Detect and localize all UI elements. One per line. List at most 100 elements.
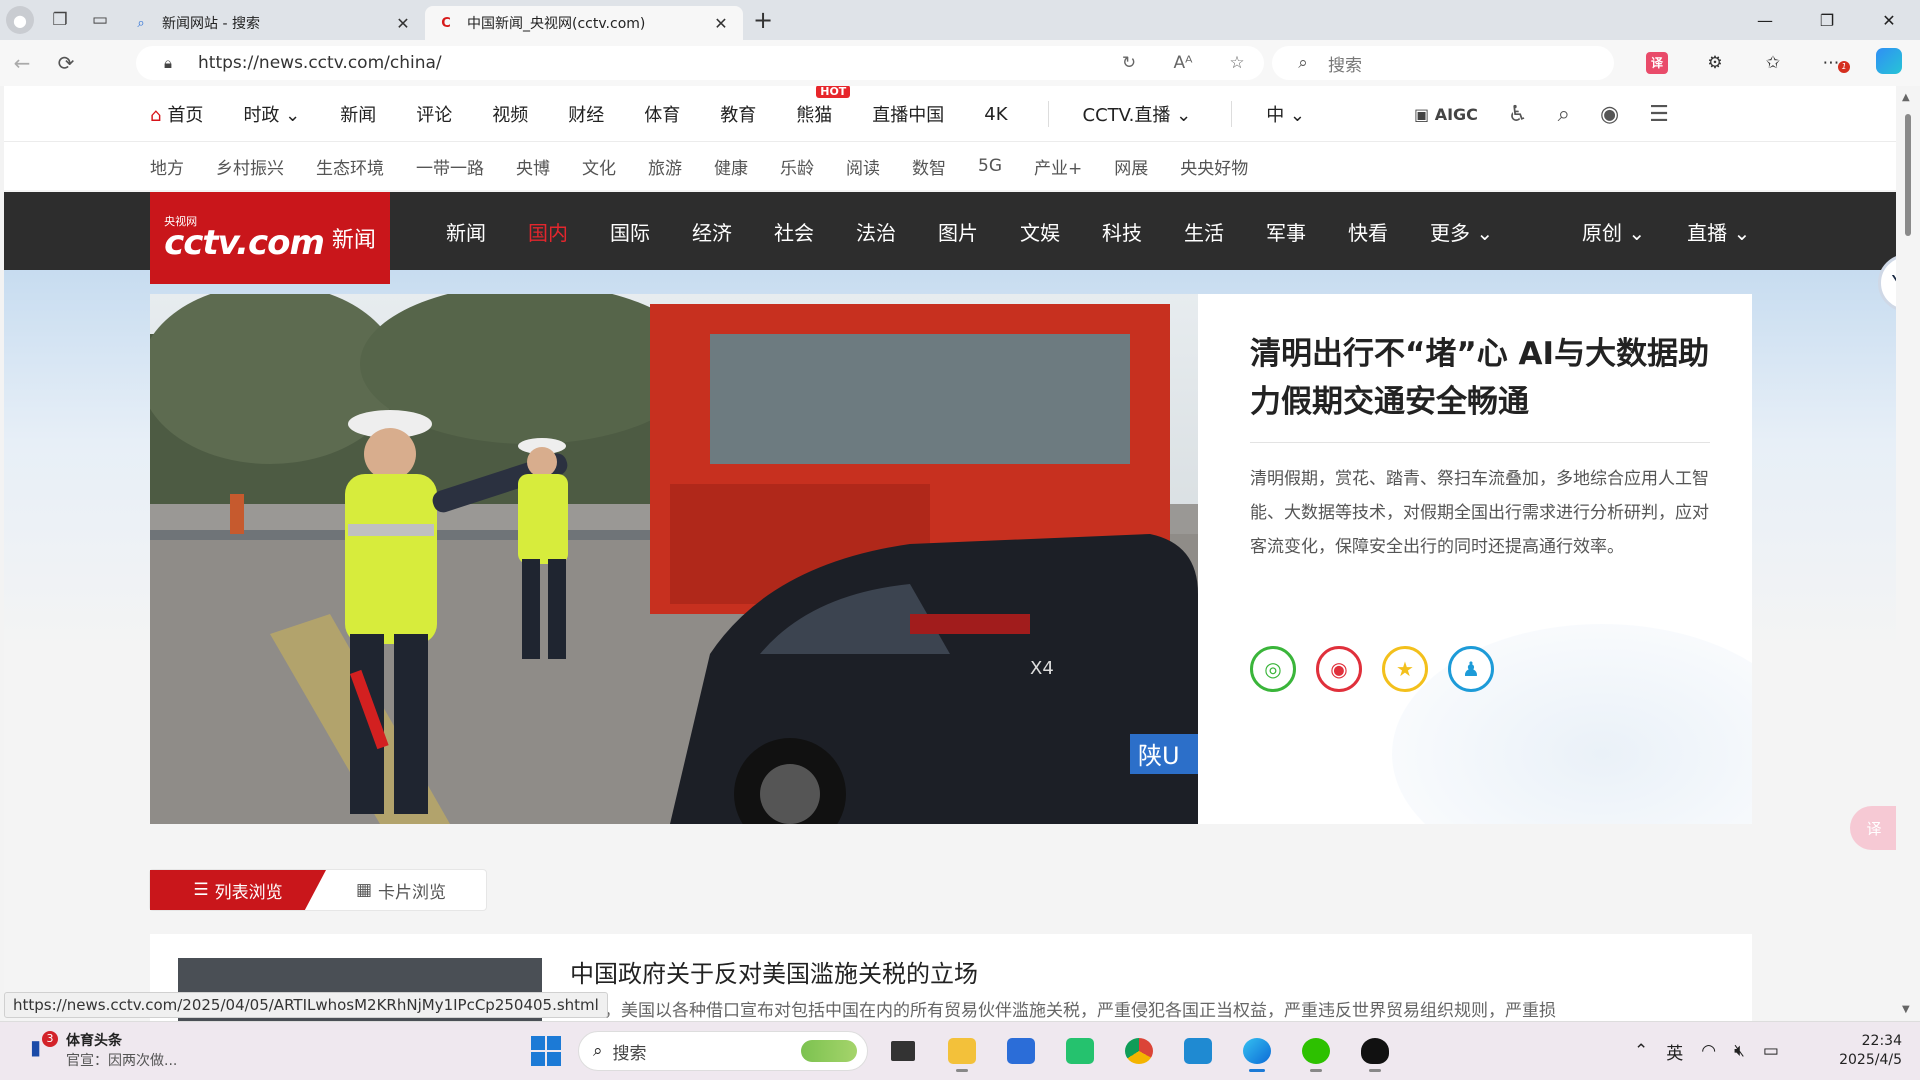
news-widget[interactable]: ▮ 3 体育头条 官宣：因两次做... [30, 1030, 177, 1070]
url-text[interactable]: https://news.cctv.com/china/ [198, 53, 1102, 73]
subnav-item[interactable]: 产业+ [1034, 154, 1082, 179]
tray-overflow-icon[interactable]: ⌃ [1634, 1041, 1648, 1061]
weibo-share-icon[interactable]: ◉ [1316, 646, 1362, 692]
qq-share-icon[interactable]: ♟︎ [1448, 646, 1494, 692]
nav-news[interactable]: 新闻 [340, 101, 376, 127]
aigc-button[interactable]: ▣ AIGC [1414, 105, 1478, 124]
channel-item[interactable]: 经济 [692, 217, 732, 246]
channel-item[interactable]: 图片 [938, 217, 978, 246]
browser-tab-search[interactable]: ⌕ 新闻网站 - 搜索 ✕ [120, 6, 425, 40]
channel-item[interactable]: 国际 [610, 217, 650, 246]
subnav-item[interactable]: 乐龄 [780, 154, 814, 179]
channel-item[interactable]: 快看 [1348, 217, 1388, 246]
favorites-button[interactable]: ✩ [1744, 53, 1802, 73]
nav-home[interactable]: ⌂ 首页 [150, 101, 203, 127]
close-tab-icon[interactable]: ✕ [393, 14, 413, 33]
channel-item[interactable]: 新闻 [446, 217, 486, 246]
channel-live[interactable]: 直播 ⌄ [1687, 217, 1750, 246]
channel-item[interactable]: 文娱 [1020, 217, 1060, 246]
channel-item[interactable]: 更多 ⌄ [1430, 217, 1493, 246]
subnav-item[interactable]: 文化 [582, 154, 616, 179]
qq-button[interactable] [1351, 1029, 1399, 1073]
chrome-button[interactable] [1115, 1029, 1163, 1073]
browser-search-box[interactable]: ⌕ 搜索 [1272, 46, 1614, 80]
channel-item[interactable]: 社会 [774, 217, 814, 246]
nav-comment[interactable]: 评论 [416, 101, 452, 127]
scroll-up-icon[interactable]: ▲ [1902, 92, 1910, 103]
floating-translate-icon[interactable]: 译 [1850, 806, 1896, 850]
store-button[interactable] [997, 1029, 1045, 1073]
start-button[interactable] [524, 1029, 568, 1073]
close-tab-icon[interactable]: ✕ [711, 14, 731, 33]
taskbar-search[interactable]: ⌕ 搜索 [578, 1031, 868, 1071]
subnav-item[interactable]: 央博 [516, 154, 550, 179]
list-item-title[interactable]: 中国政府关于反对美国滥施关税的立场 [570, 954, 978, 989]
battery-icon[interactable]: ▭ [1763, 1041, 1779, 1061]
task-view-button[interactable] [879, 1029, 927, 1073]
nav-education[interactable]: 教育 [720, 101, 756, 127]
nav-video[interactable]: 视频 [492, 101, 528, 127]
user-account-icon[interactable]: ◉ [1600, 102, 1619, 127]
close-window-button[interactable]: ✕ [1858, 0, 1920, 40]
subnav-item[interactable]: 生态环境 [316, 154, 384, 179]
subnav-item[interactable]: 旅游 [648, 154, 682, 179]
subnav-item[interactable]: 阅读 [846, 154, 880, 179]
taskbar-clock[interactable]: 22:34 2025/4/5 [1820, 1032, 1902, 1070]
restore-button[interactable]: ❐ [1796, 0, 1858, 40]
hero-title[interactable]: 清明出行不“堵”心 AI与大数据助力假期交通安全畅通 [1250, 330, 1710, 426]
nav-cctv-live[interactable]: CCTV.直播 ⌄ [1083, 101, 1192, 127]
extensions-button[interactable]: ⚙︎ [1686, 53, 1744, 73]
subnav-item[interactable]: 一带一路 [416, 154, 484, 179]
channel-item[interactable]: 生活 [1184, 217, 1224, 246]
channel-item[interactable]: 法治 [856, 217, 896, 246]
nav-live-china[interactable]: 直播中国 [872, 101, 944, 127]
site-search-icon[interactable]: ⌕ [1558, 102, 1570, 127]
scrollbar-thumb[interactable] [1905, 114, 1911, 236]
lock-icon[interactable]: 🔒︎ [150, 54, 186, 72]
nav-panda[interactable]: 熊猫 HOT [796, 86, 851, 127]
card-view-button[interactable]: ▦ 卡片浏览 [316, 870, 486, 910]
profile-button[interactable]: ● [0, 0, 40, 40]
list-view-button[interactable]: ☰ 列表浏览 [150, 870, 326, 910]
menu-icon[interactable]: ☰ [1649, 102, 1669, 127]
read-aloud-icon[interactable]: Aᴬ [1156, 53, 1210, 73]
page-scrollbar[interactable]: ▲ ▼ [1896, 86, 1920, 1021]
subnav-item[interactable]: 数智 [912, 154, 946, 179]
channel-item[interactable]: 科技 [1102, 217, 1142, 246]
copilot-button[interactable] [1860, 47, 1918, 79]
wechat-button[interactable] [1292, 1029, 1340, 1073]
wifi-icon[interactable]: ◠ [1701, 1041, 1716, 1061]
subnav-item[interactable]: 乡村振兴 [216, 154, 284, 179]
app-available-icon[interactable]: ↻ [1102, 53, 1156, 73]
channel-item[interactable]: 军事 [1266, 217, 1306, 246]
volume-muted-icon[interactable]: 🔇︎ [1734, 1041, 1745, 1061]
channel-original[interactable]: 原创 ⌄ [1582, 217, 1645, 246]
favorite-star-icon[interactable]: ☆ [1210, 53, 1264, 73]
translate-extension-button[interactable]: 译 [1628, 52, 1686, 74]
refresh-button[interactable]: ⟳ [44, 40, 88, 86]
browser-tab-cctv[interactable]: C 中国新闻_央视网(cctv.com) ✕ [425, 6, 743, 40]
cctv-news-logo[interactable]: 央视网 cctv.com 新闻 [150, 192, 390, 284]
address-bar[interactable]: 🔒︎ https://news.cctv.com/china/ ↻ Aᴬ ☆ [136, 46, 1264, 80]
nav-politics[interactable]: 时政 ⌄ [243, 101, 300, 127]
new-tab-button[interactable]: + [743, 0, 783, 40]
hero-photo[interactable]: 陕U X4 [150, 294, 1198, 824]
minimize-button[interactable]: — [1734, 0, 1796, 40]
subnav-item[interactable]: 地方 [150, 154, 184, 179]
accessibility-icon[interactable]: ♿︎ [1508, 102, 1528, 127]
nav-4k[interactable]: 4K [984, 104, 1007, 125]
back-button[interactable]: ← [0, 40, 44, 86]
file-explorer-button[interactable] [938, 1029, 986, 1073]
qzone-share-icon[interactable]: ★ [1382, 646, 1428, 692]
nav-finance[interactable]: 财经 [568, 101, 604, 127]
language-select[interactable]: 中 ⌄ [1266, 101, 1305, 127]
channel-item[interactable]: 国内 [528, 217, 568, 246]
workspaces-button[interactable]: ❐ [40, 0, 80, 40]
mail-app-button[interactable] [1056, 1029, 1104, 1073]
edge-button[interactable] [1233, 1029, 1281, 1073]
subnav-item[interactable]: 5G [978, 156, 1002, 176]
nav-sports[interactable]: 体育 [644, 101, 680, 127]
subnav-item[interactable]: 央央好物 [1180, 154, 1248, 179]
subnav-item[interactable]: 网展 [1114, 154, 1148, 179]
vscode-button[interactable] [1174, 1029, 1222, 1073]
